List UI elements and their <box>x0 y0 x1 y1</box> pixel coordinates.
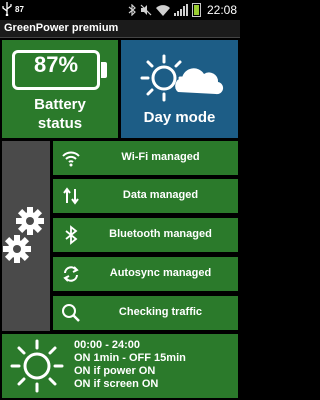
data-managed-toggle[interactable]: Data managed <box>53 179 238 213</box>
schedule-line: ON if power ON <box>74 365 156 377</box>
day-mode-tile[interactable]: Day mode <box>121 40 238 138</box>
status-bar: 87 22:08 <box>0 0 240 20</box>
checking-traffic-toggle[interactable]: Checking traffic <box>53 296 238 330</box>
data-managed-label: Data managed <box>122 189 199 201</box>
sync-icon <box>63 266 79 282</box>
app-title: GreenPower premium <box>4 22 119 34</box>
battery-status-tile[interactable]: 87% Battery status <box>2 40 118 138</box>
bluetooth-managed-label: Bluetooth managed <box>109 228 212 240</box>
wifi-managed-toggle[interactable]: Wi-Fi managed <box>53 141 238 175</box>
sun-cloud-icon <box>140 54 224 102</box>
bluetooth-icon <box>65 225 78 245</box>
day-mode-label: Day mode <box>143 109 216 126</box>
notification-badge: 87 <box>15 4 24 14</box>
wifi-managed-label: Wi-Fi managed <box>121 151 200 163</box>
schedule-text: 00:00 - 24:00 ON 1min - OFF 15min ON if … <box>74 339 186 391</box>
schedule-line: 00:00 - 24:00 <box>74 339 141 351</box>
schedule-line: ON if screen ON <box>74 378 159 390</box>
search-icon <box>62 304 80 322</box>
checking-traffic-label: Checking traffic <box>118 306 203 318</box>
wifi-icon <box>62 151 80 167</box>
usb-icon <box>2 2 12 16</box>
battery-label-line1: Battery <box>34 96 86 113</box>
battery-label-line2: status <box>37 115 83 132</box>
bluetooth-status-icon <box>128 4 136 16</box>
signal-icon <box>173 4 188 16</box>
autosync-managed-label: Autosync managed <box>109 267 212 279</box>
autosync-managed-toggle[interactable]: Autosync managed <box>53 257 238 291</box>
gears-icon <box>3 207 44 263</box>
schedule-tile[interactable]: 00:00 - 24:00 ON 1min - OFF 15min ON if … <box>2 334 238 398</box>
schedule-line: ON 1min - OFF 15min <box>74 352 186 364</box>
battery-percent: 87% <box>33 52 79 77</box>
sun-icon <box>10 339 64 393</box>
clock: 22:08 <box>206 3 237 17</box>
data-arrows-icon <box>63 187 79 205</box>
settings-tile[interactable] <box>2 141 50 331</box>
app-title-bar: GreenPower premium <box>0 20 240 38</box>
bluetooth-managed-toggle[interactable]: Bluetooth managed <box>53 218 238 252</box>
status-bar-system: 22:08 <box>128 1 237 19</box>
wifi-status-icon <box>155 4 170 16</box>
status-bar-notifications: 87 <box>2 2 24 16</box>
battery-icon-terminal <box>101 62 107 78</box>
mute-icon <box>140 4 152 16</box>
battery-status-icon <box>191 3 201 17</box>
